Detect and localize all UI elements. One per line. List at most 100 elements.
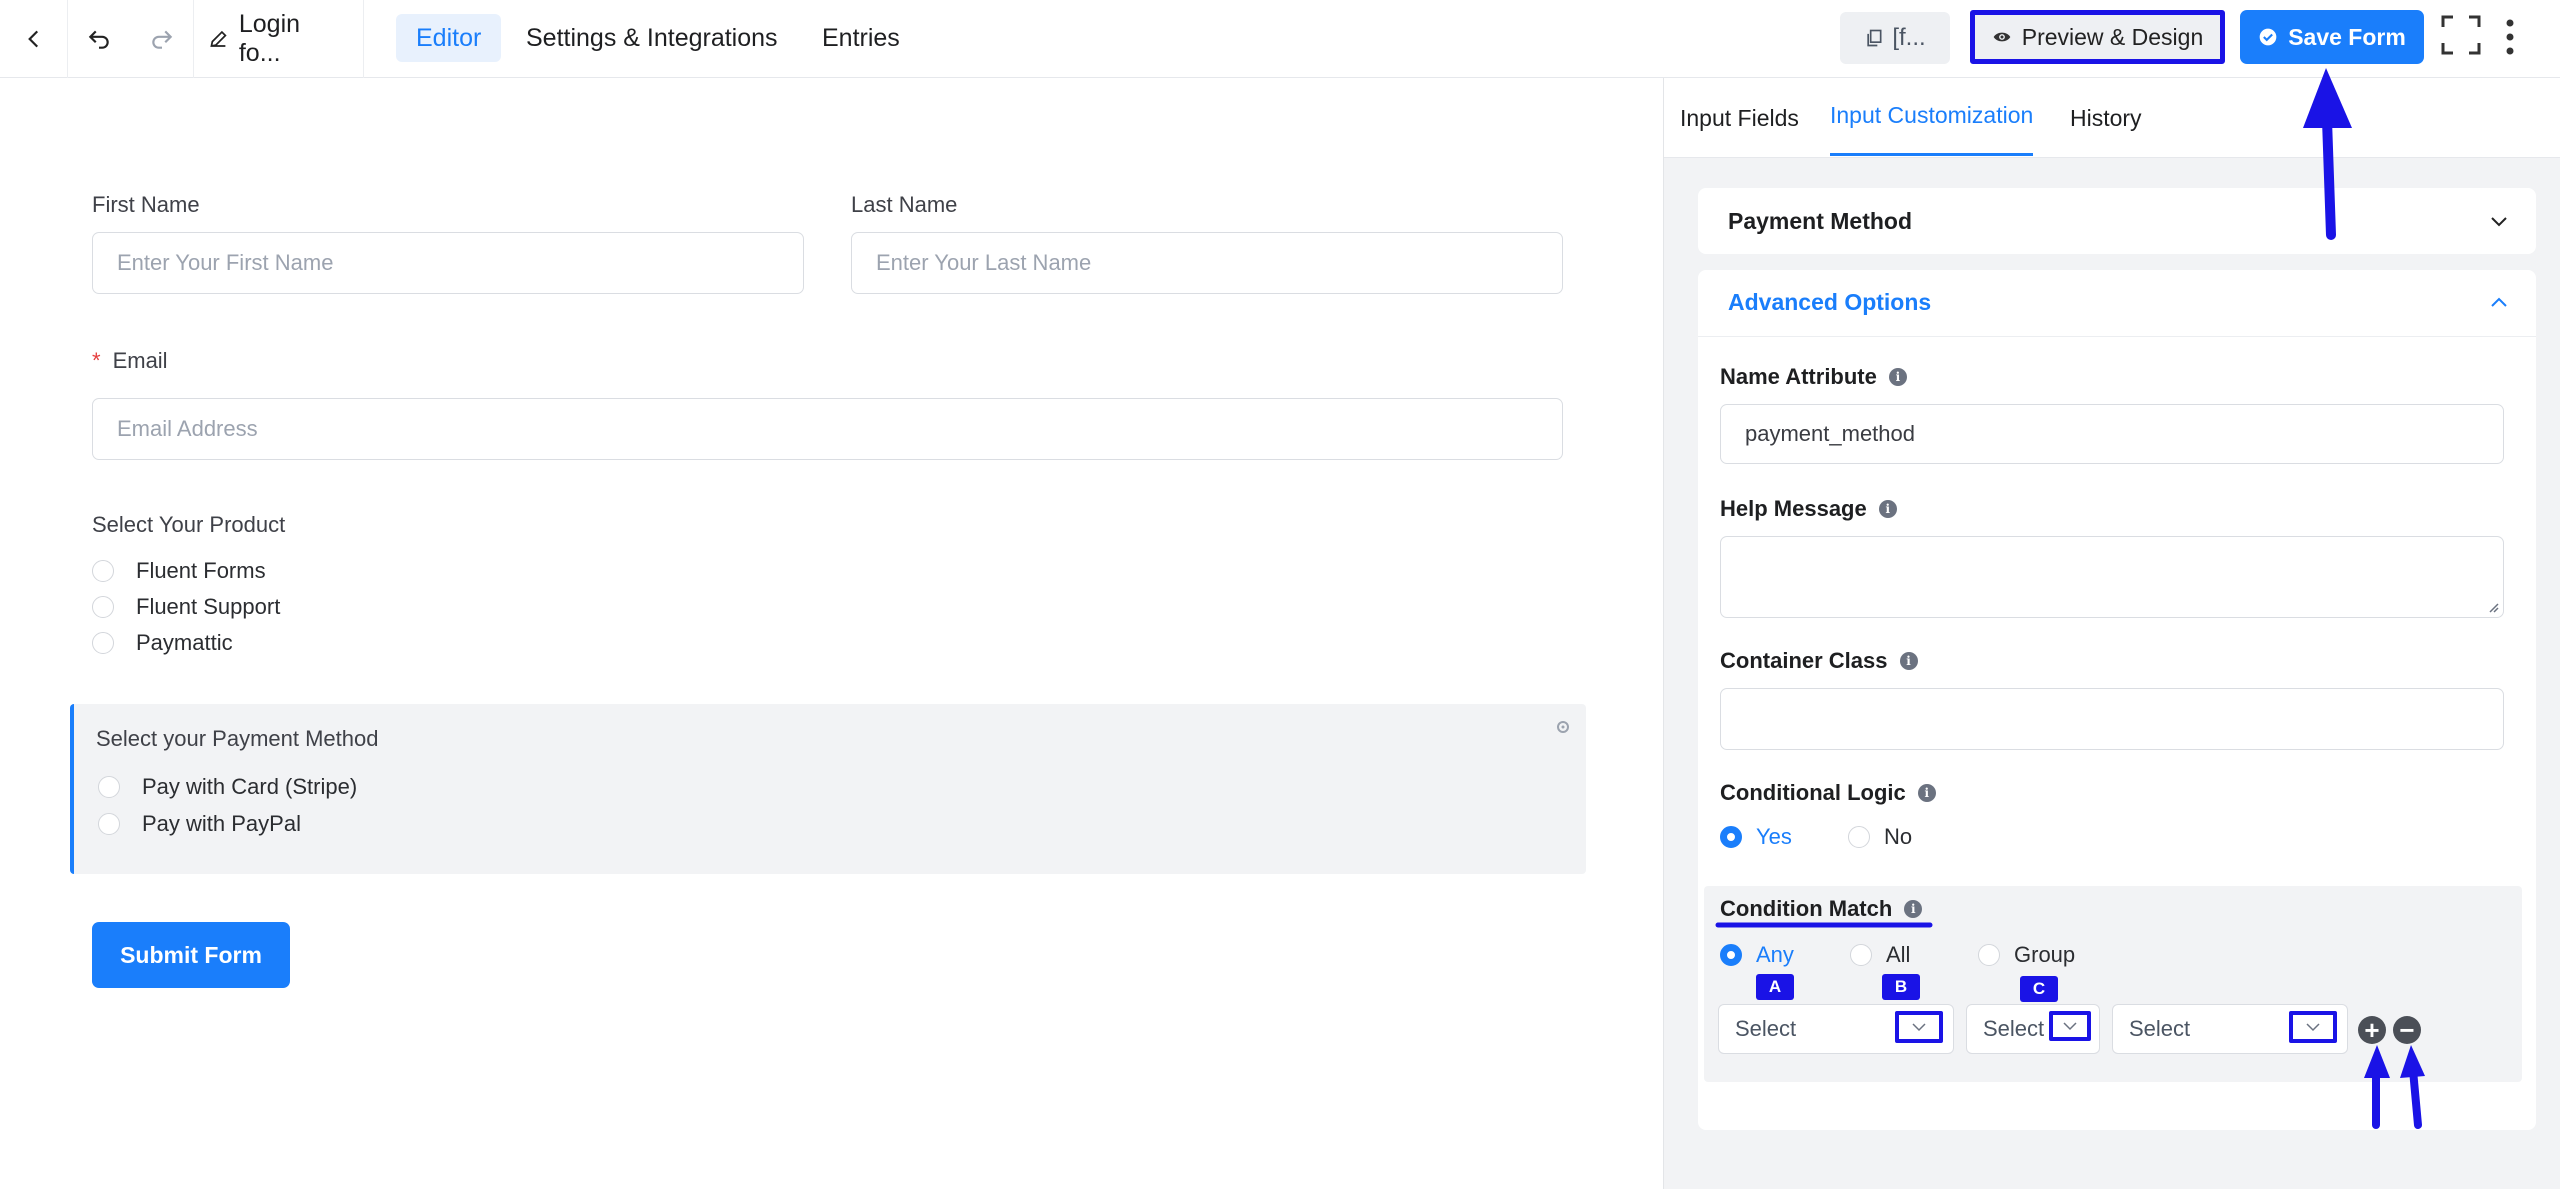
chevron-down-icon[interactable]	[2488, 210, 2510, 232]
info-icon[interactable]: i	[1878, 500, 1897, 518]
save-form-label: Save Form	[2288, 23, 2406, 50]
product-option-fluent-forms[interactable]: Fluent Forms	[92, 558, 266, 584]
chevron-up-icon[interactable]	[2488, 292, 2510, 314]
payment-method-section[interactable]: Payment Method	[1698, 188, 2536, 254]
condition-field-select[interactable]: Select	[1718, 1004, 1954, 1054]
condition-value-select[interactable]: Select	[2112, 1004, 2348, 1054]
shortcode-copy-button[interactable]: [f...	[1840, 12, 1950, 64]
radio-circle[interactable]	[92, 560, 114, 582]
copy-icon	[1867, 29, 1882, 47]
top-toolbar: Login fo... Editor Settings & Integratio…	[0, 0, 2560, 78]
back-button[interactable]	[0, 0, 68, 78]
option-label: Any	[1756, 942, 1794, 967]
option-label: Paymattic	[136, 630, 233, 655]
option-label: Group	[2014, 942, 2076, 967]
radio-circle[interactable]	[98, 813, 120, 835]
undo-button[interactable]	[68, 0, 130, 78]
chevron-down-icon	[2306, 1023, 2320, 1032]
radio-circle[interactable]	[1978, 944, 2000, 966]
fullscreen-icon[interactable]	[2440, 14, 2482, 56]
container-class-input[interactable]	[1720, 688, 2504, 750]
radio-circle[interactable]	[1720, 944, 1742, 966]
conditional-logic-label: Conditional Logic i	[1720, 780, 1936, 806]
help-message-textarea[interactable]	[1720, 536, 2504, 618]
chevron-down-icon	[2063, 1022, 2077, 1031]
option-label: Yes	[1756, 824, 1792, 849]
tab-history[interactable]: History	[2070, 78, 2142, 158]
option-label: All	[1886, 942, 1911, 967]
product-option-paymattic[interactable]: Paymattic	[92, 630, 233, 656]
email-input[interactable]: Email Address	[92, 398, 1563, 460]
annotation-badge-c: C	[2020, 976, 2058, 1002]
radio-circle[interactable]	[92, 596, 114, 618]
remove-condition-button[interactable]: −	[2393, 1016, 2421, 1044]
info-icon[interactable]: i	[1904, 900, 1923, 918]
conditional-logic-yes[interactable]: Yes	[1720, 824, 1792, 850]
tab-editor-label: Editor	[416, 23, 482, 52]
add-condition-button[interactable]: +	[2358, 1016, 2386, 1044]
advanced-options-title[interactable]: Advanced Options	[1728, 270, 1931, 334]
more-options-icon[interactable]	[2498, 16, 2522, 58]
conditional-logic-no[interactable]: No	[1848, 824, 1912, 850]
radio-circle[interactable]	[92, 632, 114, 654]
match-any[interactable]: Any	[1720, 942, 1794, 968]
email-label: * Email	[92, 348, 168, 374]
redo-button[interactable]	[130, 0, 194, 78]
preview-design-button[interactable]: Preview & Design	[1970, 10, 2225, 64]
condition-operator-select[interactable]: Select	[1966, 1004, 2100, 1054]
payment-method-label: Select your Payment Method	[96, 726, 379, 751]
tab-input-fields[interactable]: Input Fields	[1680, 78, 1799, 158]
payment-option-stripe[interactable]: Pay with Card (Stripe)	[98, 774, 357, 800]
eye-icon	[1993, 32, 2011, 42]
select-placeholder: Select	[2129, 1016, 2191, 1041]
payment-method-field-selected[interactable]: Select your Payment Method Pay with Card…	[70, 704, 1586, 874]
name-attribute-label: Name Attribute i	[1720, 364, 1907, 390]
last-name-input[interactable]: Enter Your Last Name	[851, 232, 1563, 294]
check-circle-icon	[2259, 28, 2277, 46]
email-label-text: Email	[112, 348, 168, 373]
settings-panel: Input Fields Input Customization History…	[1663, 78, 2560, 1189]
form-title-button[interactable]: Login fo...	[194, 0, 364, 78]
info-icon[interactable]: i	[1888, 368, 1907, 386]
condition-match-box: Condition Match i Any All Group A B C Sel…	[1704, 886, 2522, 1082]
divider	[1698, 336, 2536, 337]
info-icon[interactable]: i	[1899, 652, 1918, 670]
container-class-label: Container Class i	[1720, 648, 1918, 674]
tab-editor[interactable]: Editor	[396, 14, 502, 62]
select-dropdown-toggle[interactable]	[1895, 1011, 1943, 1043]
undo-icon	[88, 30, 109, 49]
tab-settings-integrations[interactable]: Settings & Integrations	[506, 14, 798, 62]
select-placeholder: Select	[1983, 1016, 2045, 1041]
select-dropdown-toggle[interactable]	[2049, 1011, 2091, 1041]
pencil-icon	[210, 30, 227, 48]
match-group[interactable]: Group	[1978, 942, 2075, 968]
section-title: Payment Method	[1728, 207, 1913, 234]
product-label: Select Your Product	[92, 512, 286, 537]
option-label: Pay with Card (Stripe)	[142, 774, 358, 799]
match-all[interactable]: All	[1850, 942, 1910, 968]
first-name-input[interactable]: Enter Your First Name	[92, 232, 804, 294]
tab-entries[interactable]: Entries	[802, 14, 920, 62]
product-option-fluent-support[interactable]: Fluent Support	[92, 594, 280, 620]
tab-entries-label: Entries	[822, 23, 900, 52]
settings-gear-icon[interactable]	[1554, 718, 1572, 736]
form-title: Login fo...	[238, 10, 301, 67]
chevron-down-icon	[1912, 1023, 1926, 1032]
name-attribute-input[interactable]: payment_method	[1720, 404, 2504, 464]
radio-circle[interactable]	[98, 776, 120, 798]
info-icon[interactable]: i	[1917, 784, 1936, 802]
resize-handle-icon[interactable]	[2487, 601, 2499, 613]
select-dropdown-toggle[interactable]	[2289, 1011, 2337, 1043]
help-message-label: Help Message i	[1720, 496, 1897, 522]
submit-form-button[interactable]: Submit Form	[92, 922, 290, 988]
payment-option-paypal[interactable]: Pay with PayPal	[98, 811, 301, 837]
radio-circle[interactable]	[1720, 826, 1742, 848]
chevron-left-icon	[27, 30, 38, 48]
save-form-button[interactable]: Save Form	[2240, 10, 2424, 64]
first-name-label: First Name	[92, 192, 200, 217]
tab-settings-label: Settings & Integrations	[526, 23, 778, 52]
radio-circle[interactable]	[1848, 826, 1870, 848]
option-label: Fluent Forms	[136, 558, 266, 583]
radio-circle[interactable]	[1850, 944, 1872, 966]
tab-input-customization[interactable]: Input Customization	[1830, 78, 2034, 156]
